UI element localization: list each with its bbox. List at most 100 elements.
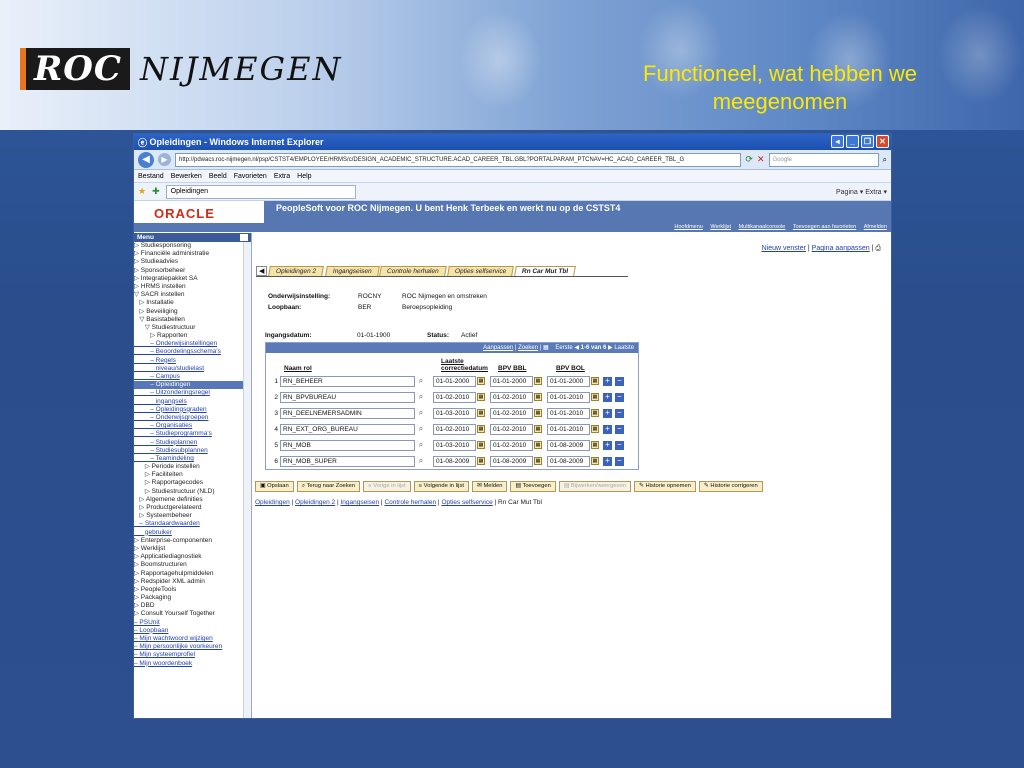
tab-opleidingen-2[interactable]: Opleidingen 2 xyxy=(268,266,325,276)
action-button[interactable]: ≡ Volgende in lijst xyxy=(413,481,469,492)
delete-row-icon[interactable]: − xyxy=(615,424,624,434)
bpv-bol-date-input[interactable]: 01-01-2000 xyxy=(547,375,590,387)
tab-opties-selfservice[interactable]: Opties selfservice xyxy=(446,266,515,276)
link-afmelden[interactable]: Afmelden xyxy=(864,224,887,230)
menu-item[interactable]: ▷ Rapportagecodes xyxy=(134,479,251,487)
menu-item[interactable]: ▷ Faciliteiten xyxy=(134,471,251,479)
maximize-button[interactable]: ❐ xyxy=(861,135,874,148)
bottom-link[interactable]: Controle herhalen xyxy=(384,499,436,506)
menu-item[interactable]: ▷ Studiesponsoring xyxy=(134,242,251,250)
search-icon[interactable]: ⌕ xyxy=(883,155,887,165)
tab-rn-car-mut-tbl[interactable]: Rn Car Mut Tbl xyxy=(514,266,577,276)
menu-item[interactable]: – Mijn woordenboek xyxy=(134,660,251,668)
menu-item[interactable]: ▷ Redspider XML admin xyxy=(134,578,251,586)
calendar-icon[interactable]: ▦ xyxy=(534,409,542,417)
action-button[interactable]: ✎ Historie corrigeren xyxy=(698,481,763,492)
calendar-icon[interactable]: ▦ xyxy=(591,425,599,433)
bpv-bbl-date-input[interactable]: 01-02-2010 xyxy=(490,391,533,403)
calendar-icon[interactable]: ▦ xyxy=(534,457,542,465)
browser-tab[interactable]: Opleidingen xyxy=(165,184,356,199)
lookup-icon[interactable]: ⌕ xyxy=(415,440,427,450)
bpv-bol-date-input[interactable]: 01-01-2010 xyxy=(547,391,590,403)
calendar-icon[interactable]: ▦ xyxy=(477,425,485,433)
collapse-menu-icon[interactable] xyxy=(240,234,248,241)
menu-item[interactable]: – Regels xyxy=(134,357,251,365)
calendar-icon[interactable]: ▦ xyxy=(477,457,485,465)
menu-item[interactable]: – Opleidingsgraden xyxy=(134,406,251,414)
toolbar-tools[interactable]: Pagina ▾ Extra ▾ xyxy=(836,188,887,196)
menu-item[interactable]: ▷ HRMS instellen xyxy=(134,283,251,291)
bpv-bol-date-input[interactable]: 01-08-2009 xyxy=(547,439,590,451)
role-name-input[interactable]: RN_MOB_SUPER xyxy=(280,455,415,467)
action-button[interactable]: ✉ Melden xyxy=(471,481,508,492)
lookup-icon[interactable]: ⌕ xyxy=(415,456,427,466)
close-button[interactable]: ✕ xyxy=(876,135,889,148)
menu-item[interactable]: ▷ Productgerelateerd xyxy=(134,504,251,512)
menu-item[interactable]: ▷ Systeembeheer xyxy=(134,512,251,520)
menu-item[interactable]: ▷ Beveiliging xyxy=(134,308,251,316)
menu-item[interactable]: – Teamindeling xyxy=(134,455,251,463)
menu-item[interactable]: ▷ Enterprise-componenten xyxy=(134,537,251,545)
action-button[interactable]: ⌕ Terug naar Zoeken xyxy=(296,481,361,492)
col-bpv-bbl[interactable]: BPV BBL xyxy=(498,365,556,372)
add-row-icon[interactable]: + xyxy=(603,376,612,386)
correction-date-input[interactable]: 01-03-2010 xyxy=(433,439,476,451)
menu-item[interactable]: ▷ Rapportagehulpmiddelen xyxy=(134,570,251,578)
menu-item[interactable]: – Studieplannen xyxy=(134,439,251,447)
url-field[interactable]: http://pdwacs.roc-nijmegen.nl/psp/CSTST4… xyxy=(175,152,742,167)
bpv-bbl-date-input[interactable]: 01-08-2009 xyxy=(490,455,533,467)
menu-item[interactable]: ▷ Packaging xyxy=(134,594,251,602)
menu-item[interactable]: niveau/studielast xyxy=(134,365,251,373)
menu-item[interactable]: ▷ Installatie xyxy=(134,299,251,307)
tab-controle-herhalen[interactable]: Controle herhalen xyxy=(379,266,447,276)
refresh-icon[interactable]: ⟳ xyxy=(745,154,753,165)
menu-item[interactable]: ingangsels xyxy=(134,398,251,406)
menu-item[interactable]: – Mijn systeemprofiel xyxy=(134,651,251,659)
calendar-icon[interactable]: ▦ xyxy=(534,425,542,433)
action-button[interactable]: ▤ Toevoegen xyxy=(510,481,556,492)
help-icon[interactable]: ⎙ xyxy=(875,245,881,252)
grid-customize-link[interactable]: Aanpassen xyxy=(483,345,513,351)
calendar-icon[interactable]: ▦ xyxy=(477,377,485,385)
grid-last[interactable]: Laatste xyxy=(614,345,634,351)
menu-item[interactable]: ▷ DBD xyxy=(134,602,251,610)
calendar-icon[interactable]: ▦ xyxy=(534,441,542,449)
forward-button[interactable]: ▶ xyxy=(158,153,171,166)
bpv-bbl-date-input[interactable]: 01-02-2010 xyxy=(490,423,533,435)
delete-row-icon[interactable]: − xyxy=(615,440,624,450)
add-row-icon[interactable]: + xyxy=(603,456,612,466)
menu-item[interactable]: ▽ Studiestructuur xyxy=(134,324,251,332)
menu-item[interactable]: ▷ PeopleTools xyxy=(134,586,251,594)
menu-item[interactable]: ▷ Sponsorbeheer xyxy=(134,267,251,275)
back-button[interactable]: ◀ xyxy=(138,151,154,168)
correction-date-input[interactable]: 01-02-2010 xyxy=(433,391,476,403)
customize-page-link[interactable]: Pagina aanpassen xyxy=(812,245,870,252)
bpv-bbl-date-input[interactable]: 01-02-2010 xyxy=(490,439,533,451)
menu-item[interactable]: – Studiesubplannen xyxy=(134,447,251,455)
lookup-icon[interactable]: ⌕ xyxy=(415,392,427,402)
delete-row-icon[interactable]: − xyxy=(615,392,624,402)
calendar-icon[interactable]: ▦ xyxy=(477,393,485,401)
link-multikanaalconsole[interactable]: Multikanaalconsole xyxy=(739,224,786,230)
lookup-icon[interactable]: ⌕ xyxy=(415,424,427,434)
calendar-icon[interactable]: ▦ xyxy=(591,377,599,385)
menu-item[interactable]: – Loopbaan xyxy=(134,627,251,635)
menu-item[interactable]: ▷ Applicatiediagnostiek xyxy=(134,553,251,561)
role-name-input[interactable]: RN_DEELNEMERSADMIN xyxy=(280,407,415,419)
action-button[interactable]: ▣ Opslaan xyxy=(255,481,294,492)
bottom-link[interactable]: Ingangseisen xyxy=(340,499,379,506)
add-row-icon[interactable]: + xyxy=(603,392,612,402)
menu-item[interactable]: – PSUnit xyxy=(134,619,251,627)
bottom-link[interactable]: Opleidingen xyxy=(255,499,290,506)
favorites-star-icon[interactable]: ★ xyxy=(138,186,146,197)
menu-item[interactable]: ▷ Integratiepakket SA xyxy=(134,275,251,283)
bpv-bbl-date-input[interactable]: 01-02-2010 xyxy=(490,407,533,419)
new-window-link[interactable]: Nieuw venster xyxy=(762,245,806,252)
menu-favorieten[interactable]: Favorieten xyxy=(234,173,267,180)
delete-row-icon[interactable]: − xyxy=(615,376,624,386)
menu-item[interactable]: ▽ SACR instellen xyxy=(134,291,251,299)
menu-item[interactable]: ▷ Consult Yourself Together xyxy=(134,610,251,618)
menu-item[interactable]: – Opleidingen xyxy=(134,381,251,390)
delete-row-icon[interactable]: − xyxy=(615,456,624,466)
calendar-icon[interactable]: ▦ xyxy=(534,377,542,385)
